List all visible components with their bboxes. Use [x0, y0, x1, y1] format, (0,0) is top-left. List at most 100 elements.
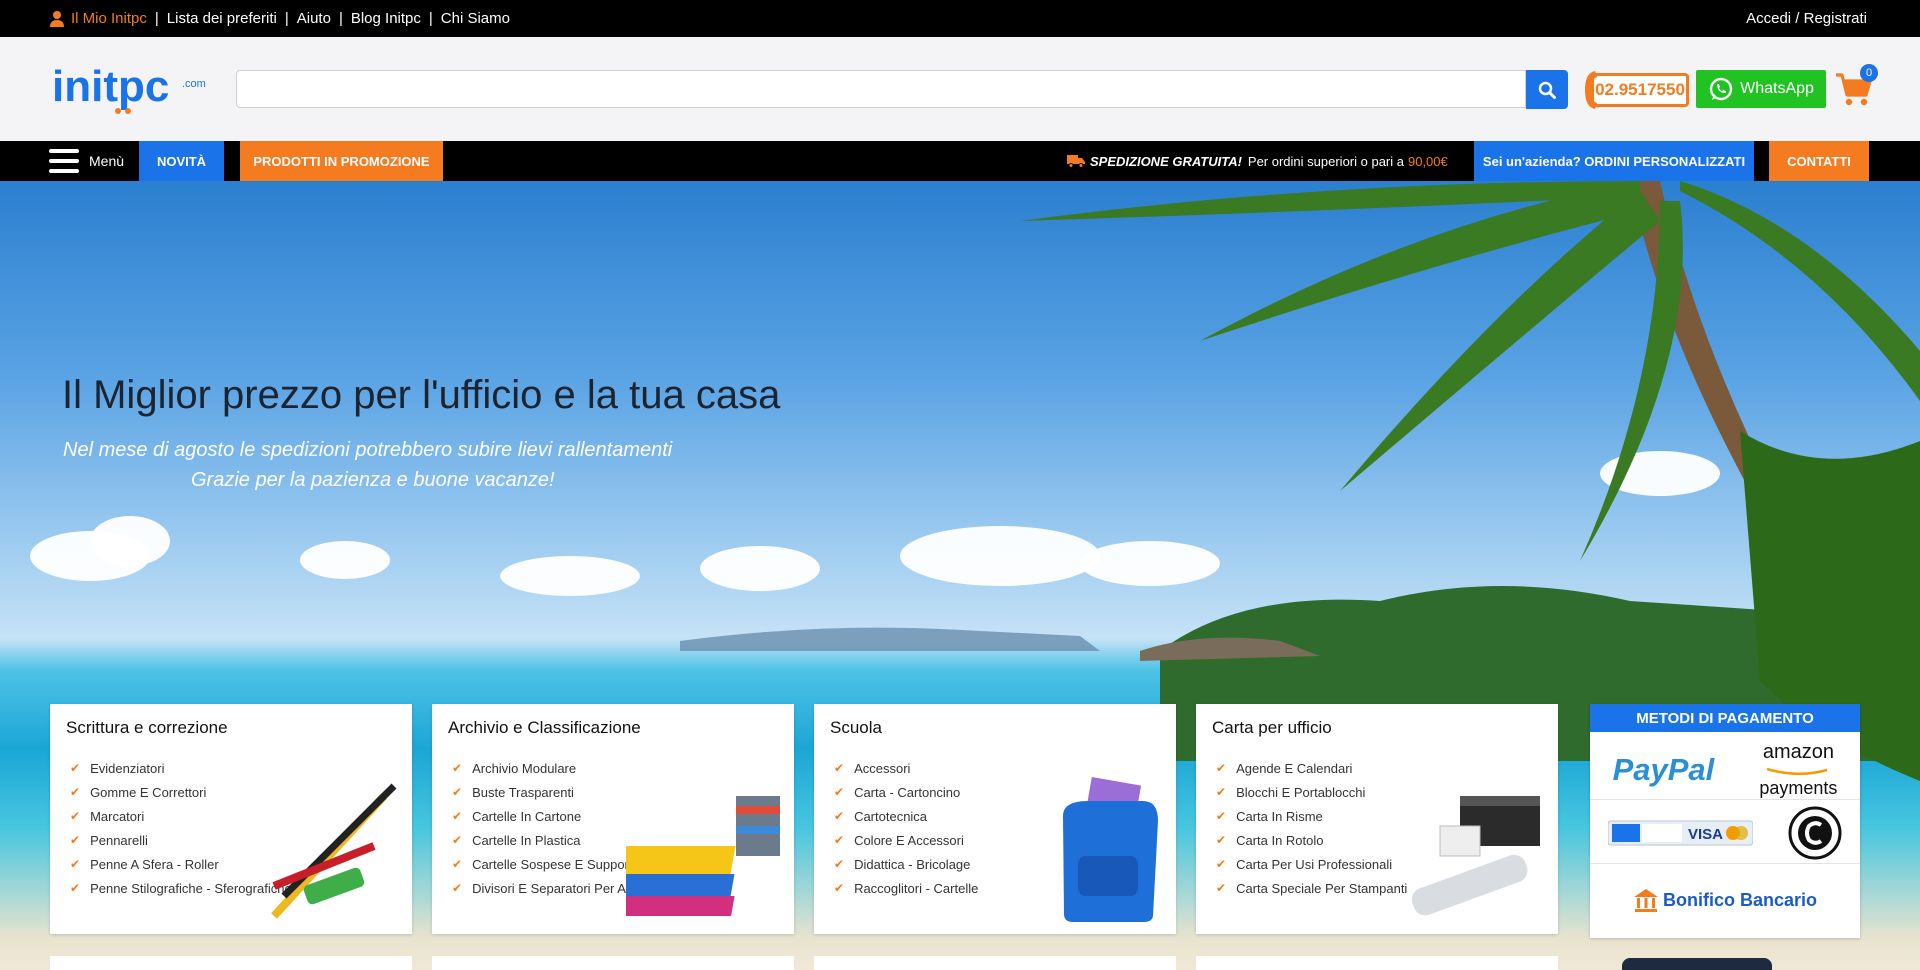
main-nav: Menù NOVITÀ PRODOTTI IN PROMOZIONE SPEDI… [0, 141, 1920, 181]
top-links: Il Mio Initpc | Lista dei preferiti | Ai… [49, 0, 510, 37]
cards-logo: VISA [1607, 820, 1753, 845]
list-item[interactable]: ✔ Blocchi E Portablocchi [1216, 780, 1407, 804]
blog-link[interactable]: Blog Initpc [351, 10, 421, 27]
check-icon: ✔ [452, 881, 463, 895]
hero-title: Il Miglior prezzo per l'ufficio e la tua… [62, 373, 781, 417]
binders-image [626, 796, 780, 916]
check-icon: ✔ [452, 857, 463, 871]
category-card-school[interactable]: Scuola ✔ Accessori ✔ Carta - Cartoncino ✔ C… [814, 704, 1176, 934]
svg-text:VISA: VISA [1688, 826, 1723, 843]
check-icon: ✔ [834, 809, 845, 823]
category-list: ✔ Agende E Calendari ✔ Blocchi E Portabloc… [1216, 756, 1407, 900]
pens-image [271, 783, 397, 919]
top-bar: Il Mio Initpc | Lista dei preferiti | Ai… [0, 0, 1920, 37]
check-icon: ✔ [1216, 881, 1227, 895]
category-title: Scrittura e correzione [66, 718, 228, 737]
phone-icon [1585, 71, 1597, 109]
cart-count-badge: 0 [1860, 64, 1878, 82]
search-input[interactable] [236, 70, 1526, 108]
check-icon: ✔ [70, 785, 81, 799]
nav-contacts[interactable]: CONTATTI [1769, 141, 1869, 181]
menu-label: Menù [89, 153, 125, 169]
menu-toggle-button[interactable]: Menù [49, 141, 124, 181]
list-item[interactable]: ✔ Accessori [834, 756, 978, 780]
bank-transfer-logo: Bonifico Bancario [1633, 887, 1817, 913]
backpack-image [1063, 776, 1158, 922]
list-item[interactable]: ✔ Carta - Cartoncino [834, 780, 978, 804]
paper-ream-image [1411, 796, 1540, 916]
check-icon: ✔ [834, 857, 845, 871]
list-item[interactable]: ✔ Carta Per Usi Professionali [1216, 852, 1407, 876]
check-icon: ✔ [834, 881, 845, 895]
list-item[interactable]: ✔ Cartotecnica [834, 804, 978, 828]
whatsapp-label: WhatsApp [1740, 80, 1814, 97]
check-icon: ✔ [1216, 761, 1227, 775]
search-icon [1538, 81, 1556, 99]
check-icon: ✔ [1216, 857, 1227, 871]
list-item[interactable]: ✔ Raccoglitori - Cartelle [834, 876, 978, 900]
hamburger-icon [49, 149, 79, 173]
my-account-link[interactable]: Il Mio Initpc [49, 10, 147, 27]
list-item[interactable]: ✔ Carta In Rotolo [1216, 828, 1407, 852]
phone-contact[interactable]: 02.9517550 [1583, 69, 1689, 111]
site-logo[interactable]: initpc .com [52, 61, 222, 117]
shipping-amount: 90,00€ [1407, 153, 1448, 169]
category-card-writing[interactable]: Scrittura e correzione ✔ Evidenziatori ✔ G… [50, 704, 412, 934]
payment-methods-title: METODI DI PAGAMENTO [1590, 704, 1860, 732]
list-item[interactable]: ✔ Didattica - Bricolage [834, 852, 978, 876]
check-icon: ✔ [70, 833, 81, 847]
check-icon: ✔ [834, 833, 845, 847]
category-title: Carta per ufficio [1212, 718, 1332, 737]
help-link[interactable]: Aiuto [297, 10, 331, 27]
list-item[interactable]: ✔ Agende E Calendari [1216, 756, 1407, 780]
my-account-label: Il Mio Initpc [71, 10, 147, 27]
check-icon: ✔ [70, 881, 81, 895]
crypto-coin-icon [1788, 806, 1842, 859]
payment-methods-box: METODI DI PAGAMENTO PayPal amazon paymen… [1590, 704, 1860, 938]
whatsapp-button[interactable]: WhatsApp [1696, 70, 1826, 108]
paypal-logo: PayPal [1612, 751, 1715, 787]
free-shipping-banner: SPEDIZIONE GRATUITA! Per ordini superior… [1067, 141, 1448, 181]
check-icon: ✔ [1216, 809, 1227, 823]
check-icon: ✔ [70, 809, 81, 823]
category-card-archive[interactable]: Archivio e Classificazione ✔ Archivio Mod… [432, 704, 794, 934]
about-link[interactable]: Chi Siamo [441, 10, 510, 27]
check-icon: ✔ [834, 761, 845, 775]
check-icon: ✔ [452, 809, 463, 823]
phone-number: 02.9517550 [1591, 73, 1689, 107]
hero-subtitle: Nel mese di agosto le spedizioni potrebb… [63, 439, 673, 461]
shipping-text: Per ordini superiori o pari a [1247, 153, 1404, 169]
list-item[interactable]: ✔ Archivio Modulare [452, 756, 664, 780]
list-item[interactable]: ✔ Colore E Accessori [834, 828, 978, 852]
nav-business-orders[interactable]: Sei un'azienda? ORDINI PERSONALIZZATI [1474, 141, 1754, 181]
login-register-link[interactable]: Accedi / Registrati [1746, 0, 1867, 37]
check-icon: ✔ [452, 833, 463, 847]
user-icon [50, 11, 64, 27]
bank-icon [1633, 889, 1658, 912]
check-icon: ✔ [452, 761, 463, 775]
category-card-paper[interactable]: Carta per ufficio ✔ Agende E Calendari ✔ B… [1196, 704, 1558, 934]
category-title: Archivio e Classificazione [448, 718, 641, 737]
svg-text:initpc: initpc [52, 62, 169, 111]
list-item[interactable]: ✔ Carta Speciale Per Stampanti [1216, 876, 1407, 900]
check-icon: ✔ [452, 785, 463, 799]
wishlist-link[interactable]: Lista dei preferiti [167, 10, 277, 27]
check-icon: ✔ [834, 785, 845, 799]
nav-novita[interactable]: NOVITÀ [139, 141, 224, 181]
hero-subtitle-2: Grazie per la pazienza e buone vacanze! [191, 469, 555, 491]
amazon-payments-logo: amazon payments [1759, 740, 1838, 798]
search-button[interactable] [1526, 70, 1568, 109]
nav-promotions[interactable]: PRODOTTI IN PROMOZIONE [240, 141, 443, 181]
header: initpc .com 02.9517550 WhatsApp 0 [0, 37, 1920, 141]
check-icon: ✔ [1216, 833, 1227, 847]
svg-text:.com: .com [182, 78, 206, 90]
amazon-smile-icon [1767, 767, 1828, 775]
check-icon: ✔ [70, 761, 81, 775]
list-item[interactable]: ✔ Carta In Risme [1216, 804, 1407, 828]
whatsapp-icon [1709, 77, 1733, 101]
truck-icon [1067, 155, 1085, 168]
category-list: ✔ Accessori ✔ Carta - Cartoncino ✔ Cartotec… [834, 756, 978, 900]
category-title: Scuola [830, 718, 882, 737]
check-icon: ✔ [1216, 785, 1227, 799]
check-icon: ✔ [70, 857, 81, 871]
